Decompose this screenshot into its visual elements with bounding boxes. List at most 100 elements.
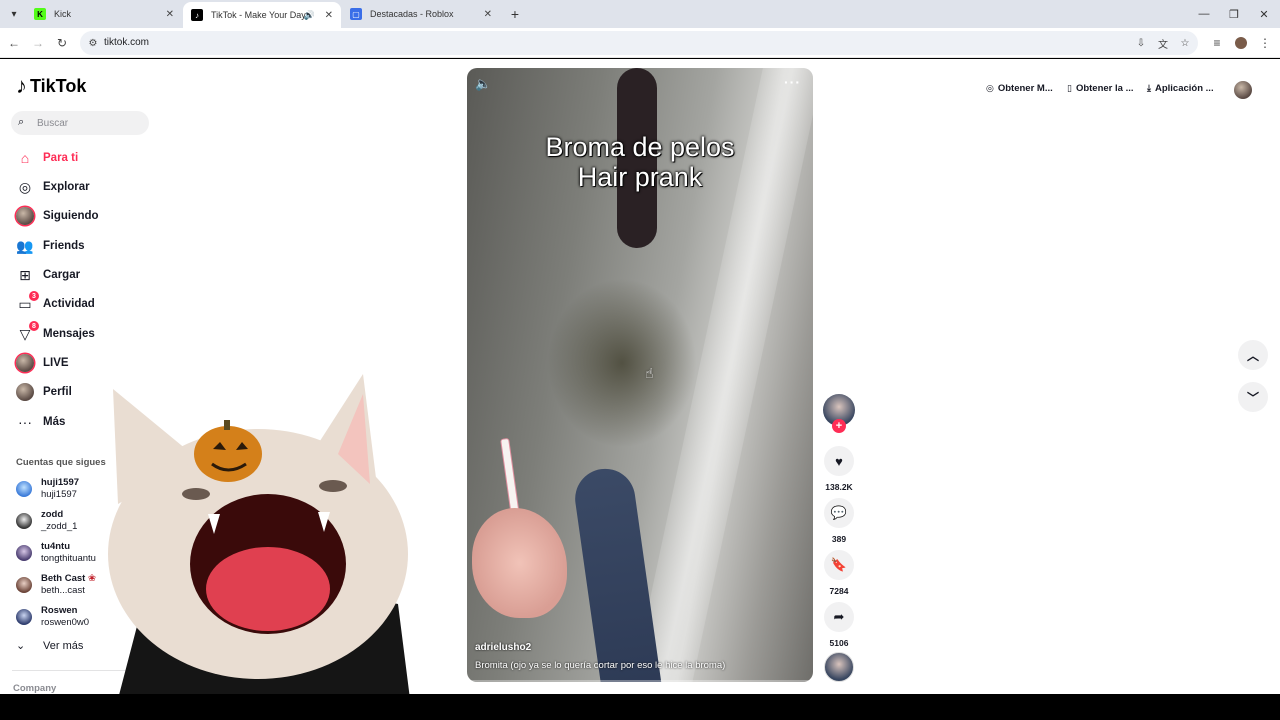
footer-company-link[interactable]: Company: [13, 683, 56, 694]
close-window-button[interactable]: ✕: [1252, 4, 1276, 24]
install-app-icon[interactable]: ⇩: [1134, 36, 1148, 50]
close-tab-icon[interactable]: ✕: [166, 9, 174, 20]
nav-siguiendo[interactable]: Siguiendo: [16, 205, 99, 227]
see-more-button[interactable]: ⌄ Ver más: [16, 639, 83, 653]
messages-icon: ▽ 8: [16, 321, 39, 343]
coin-icon: ◎: [986, 83, 994, 93]
profile-avatar-icon: [16, 383, 34, 401]
speaker-icon[interactable]: 🔊: [304, 10, 315, 21]
nav-mas[interactable]: ··· Más: [16, 411, 65, 433]
previous-video-button[interactable]: ︿: [1238, 340, 1268, 370]
nav-live[interactable]: LIVE: [16, 352, 69, 374]
search-input[interactable]: [37, 115, 142, 131]
url-text[interactable]: tiktok.com: [104, 37, 149, 48]
comment-icon: 💬: [830, 505, 848, 520]
nav-label: Mensajes: [43, 328, 95, 340]
nav-para-ti[interactable]: ⌂ Para ti: [16, 147, 78, 169]
share-arrow-icon: ➦: [833, 609, 845, 624]
avatar: [16, 577, 32, 593]
account-name: zodd: [41, 509, 64, 520]
upload-icon: ⊞: [19, 266, 31, 283]
video-frame: [472, 508, 567, 618]
tiktok-logo[interactable]: ♪ TikTok: [16, 75, 86, 97]
sound-avatar[interactable]: [824, 652, 854, 682]
new-tab-button[interactable]: +: [505, 4, 525, 24]
tiktok-favicon-icon: ♪: [191, 9, 203, 21]
mouse-cursor-icon: ☝: [645, 365, 654, 381]
minimize-button[interactable]: —: [1192, 4, 1216, 24]
get-app-link[interactable]: ▯ Obtener la ...: [1067, 83, 1134, 94]
avatar: [16, 609, 32, 625]
browser-menu-icon[interactable]: ⋮: [1255, 33, 1275, 53]
kick-favicon-icon: K: [34, 8, 46, 20]
restore-button[interactable]: ❐: [1222, 4, 1246, 24]
nav-label: LIVE: [43, 357, 69, 369]
more-options-icon[interactable]: ···: [784, 74, 801, 90]
profile-icon[interactable]: [1231, 33, 1251, 53]
video-author[interactable]: adrielusho2: [475, 642, 531, 653]
next-video-button[interactable]: ﹀: [1238, 382, 1268, 412]
user-avatar[interactable]: [1234, 81, 1252, 99]
tab-title: Kick: [54, 9, 72, 19]
follow-plus-button[interactable]: +: [832, 419, 846, 433]
save-count: 7284: [829, 586, 849, 596]
link-label: Aplicación ...: [1154, 83, 1214, 94]
following-account[interactable]: Roswen roswen0w0: [16, 605, 89, 629]
video-description: Bromita (ojo ya se lo quería cortar por …: [475, 660, 726, 671]
account-handle: beth...cast: [41, 585, 85, 596]
back-button[interactable]: ←: [4, 33, 24, 53]
tab-roblox[interactable]: ▢ Destacadas - Roblox ✕: [342, 2, 500, 26]
browser-tabstrip: ▾ K Kick ✕ ♪ TikTok - Make Your Day 🔊 ✕ …: [0, 0, 1280, 28]
forward-button[interactable]: →: [28, 33, 48, 53]
volume-icon[interactable]: 🔈: [475, 76, 491, 92]
like-button[interactable]: ♥: [824, 446, 854, 476]
following-account[interactable]: zodd _zodd_1: [16, 509, 77, 533]
translate-icon[interactable]: 文: [1156, 36, 1170, 51]
following-account[interactable]: huji1597 huji1597: [16, 477, 79, 501]
following-avatar-icon: [16, 207, 34, 225]
following-account[interactable]: tu4ntu tongthituantu: [16, 541, 96, 565]
tab-search-icon[interactable]: ▾: [4, 4, 24, 24]
tab-title: Destacadas - Roblox: [370, 9, 454, 19]
tab-kick[interactable]: K Kick ✕: [26, 2, 182, 26]
close-tab-icon[interactable]: ✕: [484, 9, 492, 20]
messages-badge: 8: [29, 321, 39, 331]
bookmark-star-icon[interactable]: ☆: [1178, 36, 1192, 50]
save-button[interactable]: 🔖: [824, 550, 854, 580]
avatar: [16, 513, 32, 529]
video-caption-line1: Broma de pelos: [545, 132, 735, 162]
video-frame: [571, 464, 663, 682]
nav-explorar[interactable]: ◎ Explorar: [16, 176, 90, 198]
logo-text: TikTok: [30, 75, 87, 96]
following-account[interactable]: Beth Cast ❀ beth...cast: [16, 573, 96, 597]
site-info-icon[interactable]: ⚙: [86, 36, 100, 50]
share-button[interactable]: ➦: [824, 602, 854, 632]
video-progress-bar[interactable]: [467, 680, 813, 682]
rose-emoji-icon: ❀: [87, 573, 96, 584]
account-handle: _zodd_1: [41, 521, 78, 532]
reload-button[interactable]: ↻: [52, 33, 72, 53]
desktop-app-link[interactable]: ⤓ Aplicación ...: [1147, 83, 1214, 94]
search-box[interactable]: ⌕: [11, 111, 149, 135]
more-icon: ···: [18, 414, 32, 430]
tiktok-page: ♪ TikTok ⌕ ⌂ Para ti ◎ Explorar Siguiend…: [0, 59, 1280, 694]
heart-icon: ♥: [835, 453, 843, 469]
media-control-icon[interactable]: ≡: [1207, 33, 1227, 53]
account-name: Roswen: [41, 605, 78, 616]
comment-button[interactable]: 💬: [824, 498, 854, 528]
video-player[interactable]: Broma de pelos Hair prank 🔈 ··· ☝ adriel…: [467, 68, 813, 682]
nav-perfil[interactable]: Perfil: [16, 381, 72, 403]
nav-actividad[interactable]: ▭ 3 Actividad: [16, 291, 95, 315]
get-coins-link[interactable]: ◎ Obtener M...: [986, 83, 1053, 94]
close-tab-icon[interactable]: ✕: [325, 10, 333, 21]
chevron-down-icon: ⌄: [16, 640, 26, 652]
video-frame: [547, 278, 697, 448]
friends-icon: 👥: [16, 237, 34, 254]
address-bar[interactable]: ⚙ tiktok.com ⇩ 文 ☆: [80, 31, 1198, 55]
nav-friends[interactable]: 👥 Friends: [16, 235, 84, 257]
chevron-down-icon: ﹀: [1246, 390, 1259, 405]
nav-mensajes[interactable]: ▽ 8 Mensajes: [16, 321, 95, 345]
nav-cargar[interactable]: ⊞ Cargar: [16, 264, 80, 286]
tab-tiktok[interactable]: ♪ TikTok - Make Your Day 🔊 ✕: [183, 2, 341, 28]
like-count: 138.2K: [825, 482, 853, 492]
